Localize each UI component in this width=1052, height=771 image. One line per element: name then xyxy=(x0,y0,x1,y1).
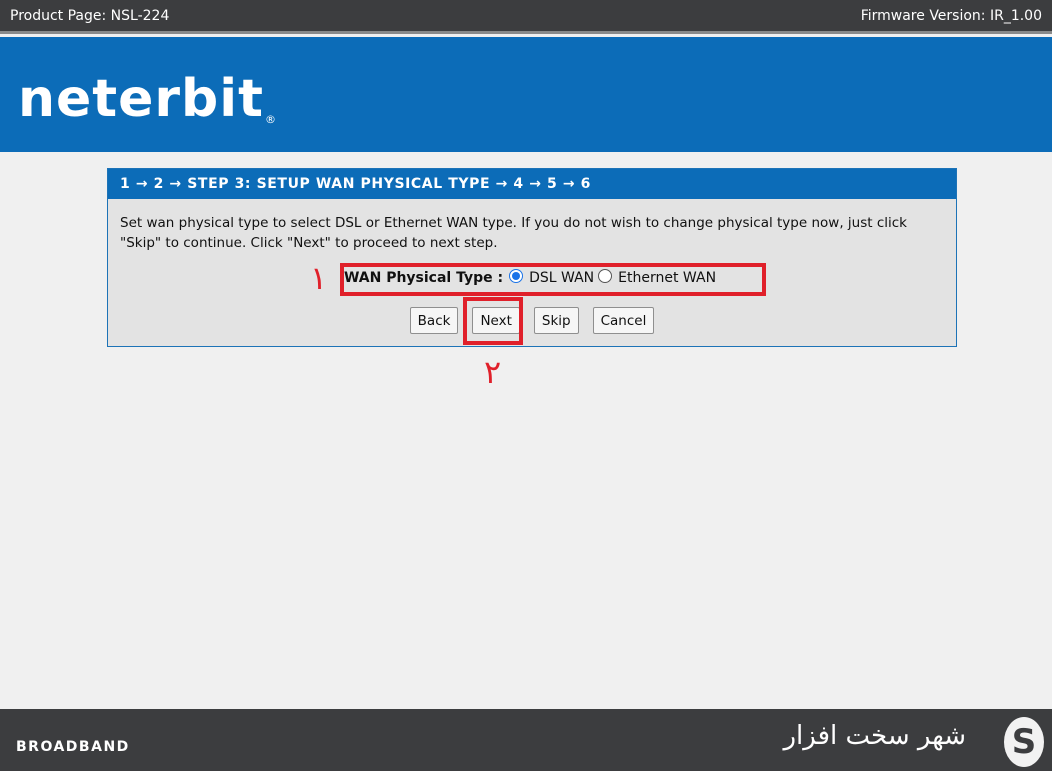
footer-bar: BROADBAND شهر سخت افزار S xyxy=(0,709,1052,771)
wizard-step-header: 1 → 2 → STEP 3: SETUP WAN PHYSICAL TYPE … xyxy=(108,169,956,199)
dsl-wan-radio[interactable] xyxy=(509,269,524,283)
header-banner: neterbit® xyxy=(0,37,1052,152)
dsl-wan-label: DSL WAN xyxy=(529,270,595,286)
wan-physical-type-label: WAN Physical Type : xyxy=(343,270,504,286)
ethernet-wan-label: Ethernet WAN xyxy=(618,270,717,286)
wan-physical-type-row: WAN Physical Type : DSL WAN Ethernet WAN xyxy=(108,269,956,286)
skip-button[interactable]: Skip xyxy=(533,307,579,334)
annotation-number-2: ٢ xyxy=(484,353,502,391)
next-button[interactable]: Next xyxy=(472,307,520,334)
product-page-label: Product Page: NSL-224 xyxy=(10,7,170,24)
top-bar: Product Page: NSL-224 Firmware Version: … xyxy=(0,0,1052,34)
wizard-description: Set wan physical type to select DSL or E… xyxy=(120,215,907,251)
wizard-panel: 1 → 2 → STEP 3: SETUP WAN PHYSICAL TYPE … xyxy=(107,168,957,347)
cancel-button[interactable]: Cancel xyxy=(592,307,655,334)
watermark-text: شهر سخت افزار xyxy=(783,721,966,751)
neterbit-logo: neterbit® xyxy=(18,69,277,129)
ethernet-wan-radio[interactable] xyxy=(598,269,613,283)
back-button[interactable]: Back xyxy=(409,307,459,334)
annotation-number-1: ١ xyxy=(310,259,328,297)
broadband-label: BROADBAND xyxy=(16,739,130,755)
watermark-logo-icon: S xyxy=(1004,717,1044,767)
firmware-version-label: Firmware Version: IR_1.00 xyxy=(860,7,1042,24)
wizard-button-row: Back Next Skip Cancel xyxy=(108,307,956,334)
